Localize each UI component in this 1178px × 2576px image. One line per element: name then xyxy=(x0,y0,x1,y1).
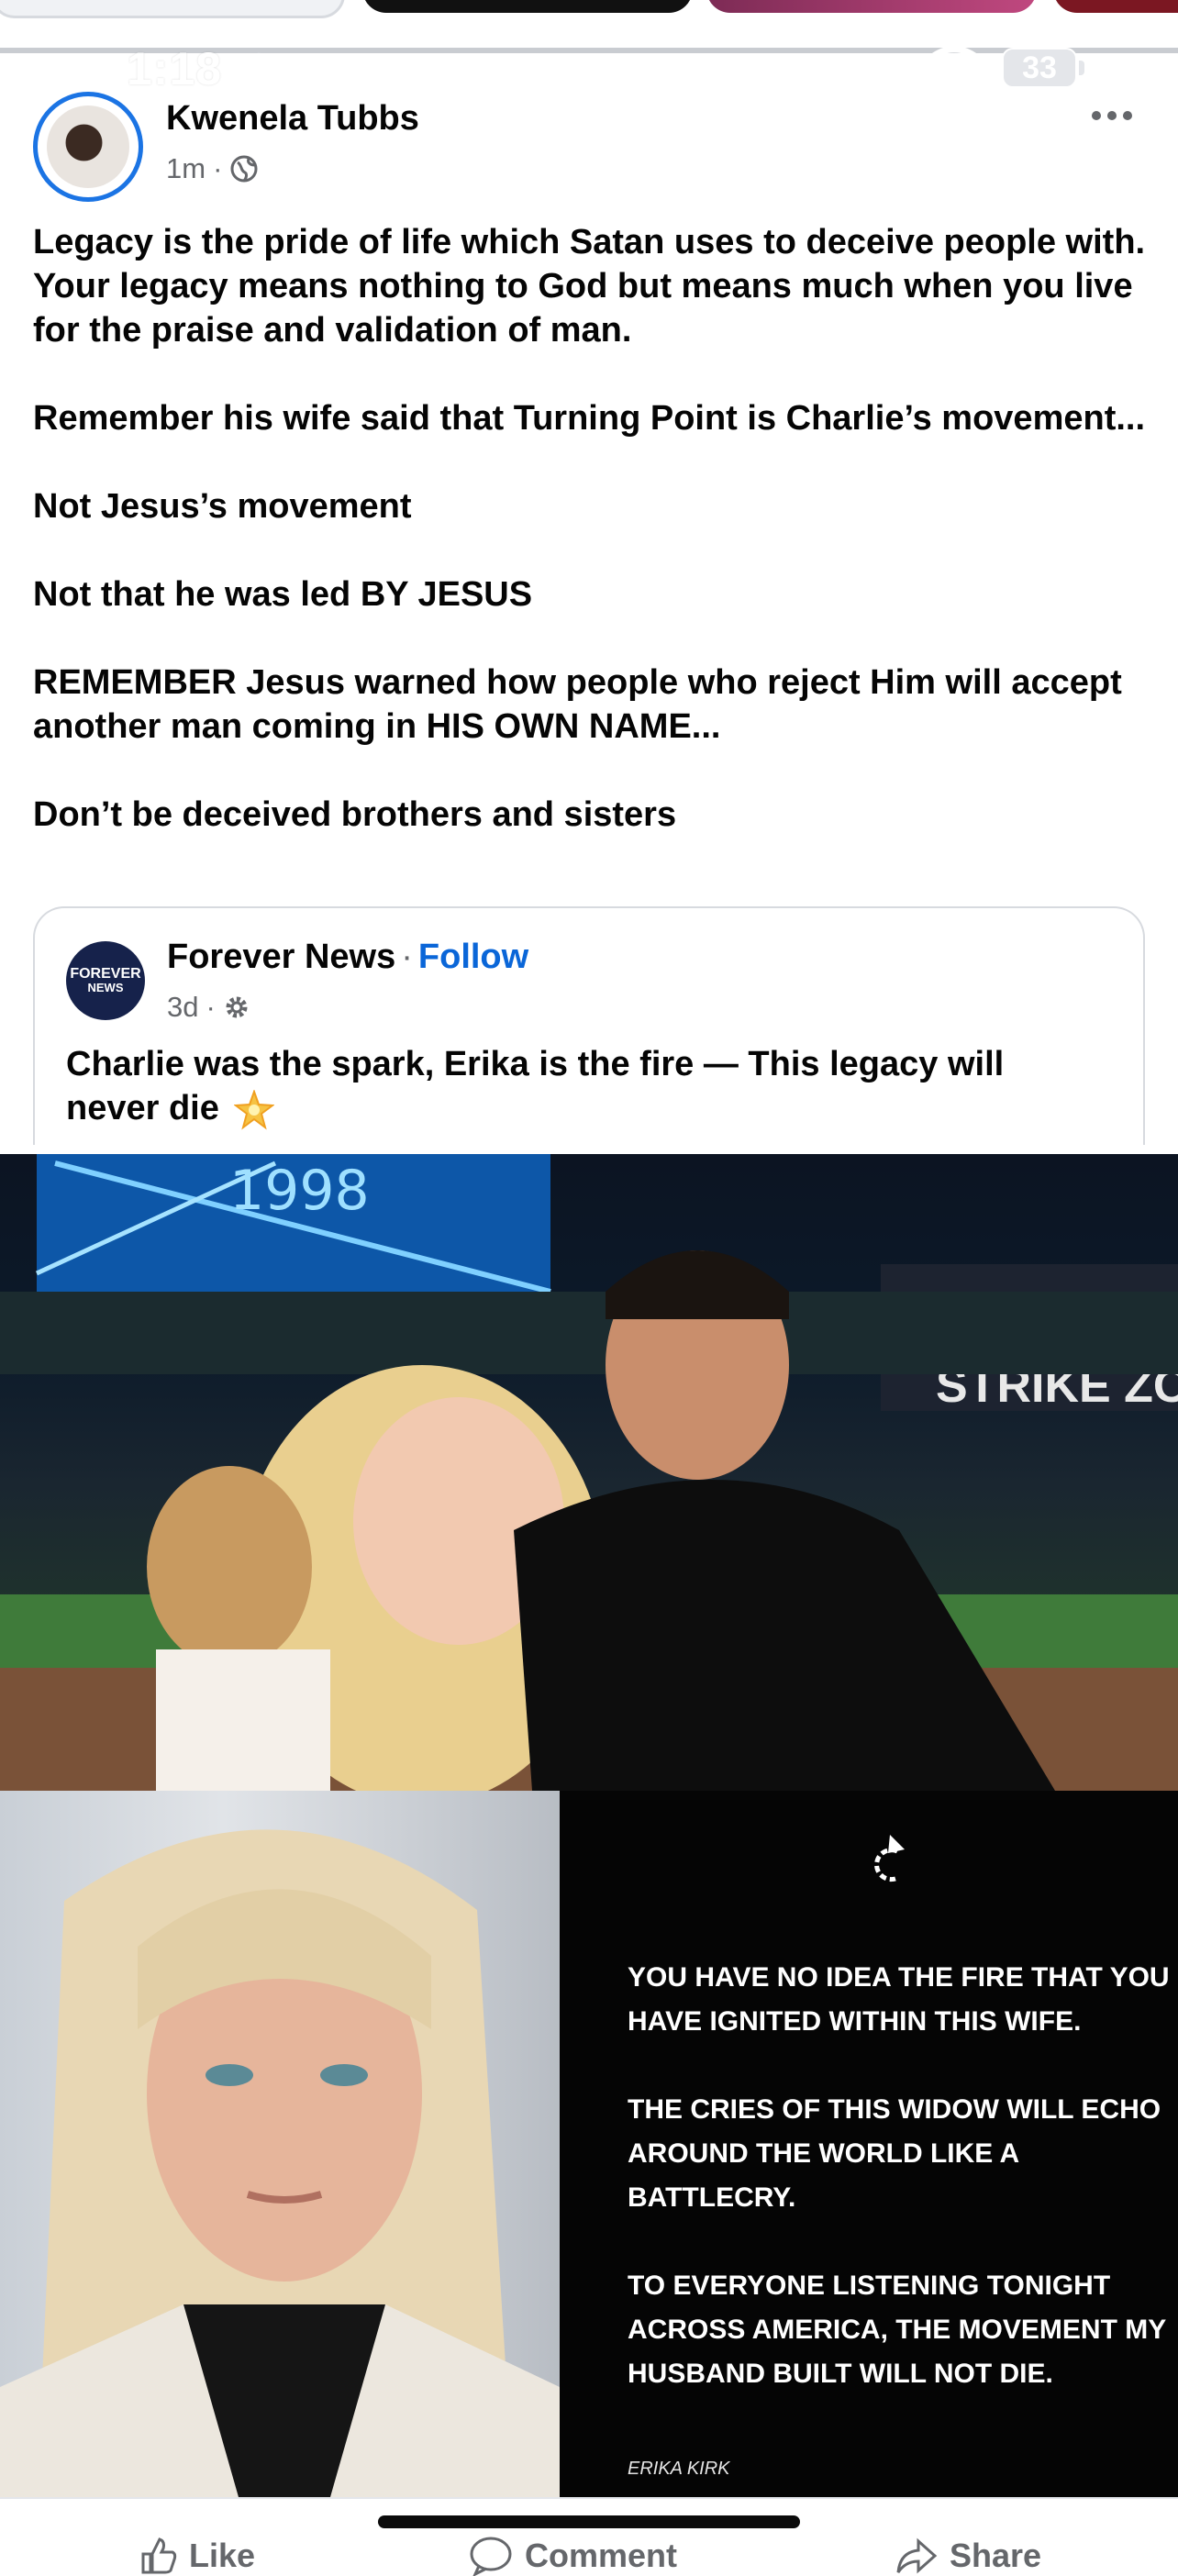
story-thumbnail[interactable] xyxy=(1053,0,1178,13)
share-button[interactable]: Share xyxy=(895,2536,1041,2576)
more-options-button[interactable] xyxy=(1092,108,1147,127)
status-time: 1:18 xyxy=(127,43,223,94)
battery-indicator: 33 xyxy=(1002,48,1086,90)
quote-text: YOU HAVE NO IDEA THE FIRE THAT YOU HAVE … xyxy=(628,1956,1178,2440)
post-paragraph: REMEMBER Jesus warned how people who rej… xyxy=(33,663,1122,746)
post-paragraph: Not that he was led BY JESUS xyxy=(33,575,533,614)
cellular-signal-icon xyxy=(848,53,908,86)
globe-icon xyxy=(230,155,258,183)
quote-attribution: ERIKA KIRK xyxy=(628,2459,730,2479)
shared-photo-bottom-left[interactable] xyxy=(0,1791,560,2497)
story-thumbnail[interactable] xyxy=(362,0,693,13)
post-paragraph: Remember his wife said that Turning Poin… xyxy=(33,399,1146,438)
logo-text: NEWS xyxy=(87,981,124,994)
post-time[interactable]: 1m xyxy=(166,152,206,185)
like-label: Like xyxy=(189,2537,256,2574)
post-meta: 1m · xyxy=(166,152,259,185)
moon-icon xyxy=(241,52,273,86)
post-paragraph: Legacy is the pride of life which Satan … xyxy=(33,223,1146,350)
home-indicator[interactable] xyxy=(378,2515,800,2528)
stadium-photo: 1998 STRIKE ZON xyxy=(0,1154,1178,1791)
page-name[interactable]: Forever News xyxy=(167,938,395,976)
page-name-row: Forever News · Follow xyxy=(167,938,528,977)
status-bar: 1:18 33 xyxy=(0,37,1178,101)
logo-text: FOREVER xyxy=(70,966,141,982)
shared-photo-quote[interactable]: YOU HAVE NO IDEA THE FIRE THAT YOU HAVE … xyxy=(560,1791,1178,2497)
battery-level: 33 xyxy=(1022,50,1057,85)
shared-photo-top[interactable]: 1998 STRIKE ZON xyxy=(0,1154,1178,1791)
shared-post-caption: Charlie was the spark, Erika is the fire… xyxy=(66,1045,1005,1127)
quote-paragraph: YOU HAVE NO IDEA THE FIRE THAT YOU HAVE … xyxy=(628,1962,1170,2037)
quote-paragraph: TO EVERYONE LISTENING TONIGHT ACROSS AME… xyxy=(628,2271,1166,2389)
quote-paragraph: THE CRIES OF THIS WIDOW WILL ECHO AROUND… xyxy=(628,2094,1161,2213)
story-thumbnail[interactable] xyxy=(706,0,1037,13)
portrait-photo xyxy=(0,1829,560,2497)
like-button[interactable]: Like xyxy=(138,2536,255,2576)
comment-icon xyxy=(470,2537,512,2576)
avatar[interactable] xyxy=(33,92,143,202)
page-logo[interactable]: FOREVER NEWS xyxy=(66,941,145,1020)
gear-icon xyxy=(226,996,248,1018)
thumbs-up-icon xyxy=(141,2537,177,2574)
follow-button[interactable]: Follow xyxy=(418,938,528,976)
shared-post-meta: 3d · xyxy=(167,991,250,1024)
author-name[interactable]: Kwenela Tubbs xyxy=(166,99,419,139)
glowing-star-icon xyxy=(234,1089,275,1130)
separator: · xyxy=(401,938,413,976)
share-icon xyxy=(896,2537,938,2574)
wifi-icon xyxy=(927,48,982,86)
shared-post-card[interactable]: FOREVER NEWS Forever News · Follow 3d · Ch… xyxy=(33,906,1145,1145)
scoreboard-text: 1998 xyxy=(229,1159,370,1223)
post-paragraph: Don’t be deceived brothers and sisters xyxy=(33,795,677,834)
share-label: Share xyxy=(950,2537,1042,2574)
comment-button[interactable]: Comment xyxy=(468,2536,677,2576)
comment-label: Comment xyxy=(525,2537,678,2574)
post-paragraph: Not Jesus’s movement xyxy=(33,487,412,526)
rotate-icon xyxy=(874,1835,905,1882)
post-text: Legacy is the pride of life which Satan … xyxy=(33,220,1152,881)
story-thumbnail[interactable] xyxy=(0,0,345,18)
shared-post-time[interactable]: 3d xyxy=(167,991,198,1024)
shared-post-text: Charlie was the spark, Erika is the fire… xyxy=(66,1042,1103,1130)
